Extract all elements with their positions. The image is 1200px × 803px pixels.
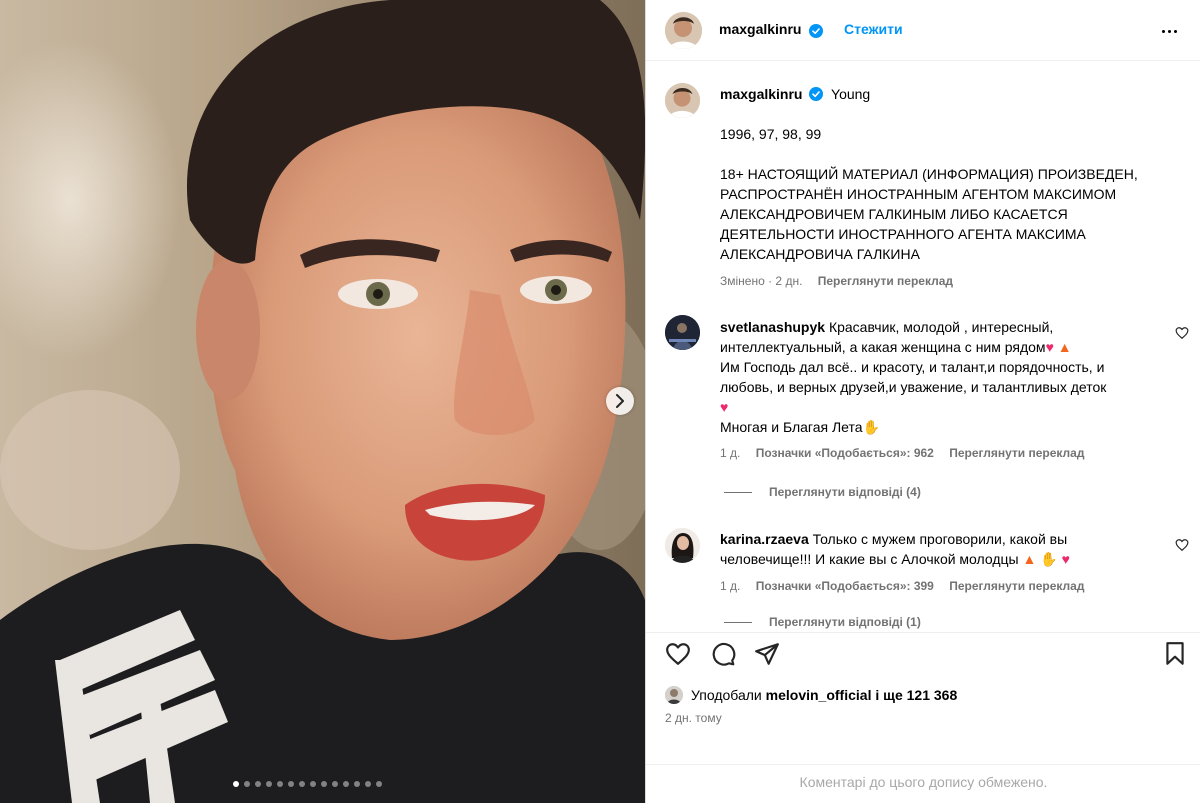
post-panel: maxgalkinru Стежити maxgalkinru Young 19…: [645, 0, 1200, 803]
comment-username[interactable]: karina.rzaeva: [720, 531, 809, 547]
post-view: maxgalkinru Стежити maxgalkinru Young 19…: [0, 0, 1200, 803]
share-icon[interactable]: [754, 641, 780, 667]
comment-icon[interactable]: [710, 641, 736, 667]
likes-prefix: Уподобали: [691, 687, 762, 703]
more-options-button[interactable]: [1162, 22, 1186, 40]
carousel-next-button[interactable]: [606, 387, 634, 415]
comment-meta: 1 д. Позначки «Подобається»: 962 Перегля…: [720, 446, 1084, 460]
carousel-dot: [233, 781, 239, 787]
comment-username[interactable]: svetlanashupyk: [720, 319, 825, 335]
carousel-dot: [310, 781, 316, 787]
view-replies-label: Переглянути відповіді (1): [769, 615, 921, 629]
heart-icon[interactable]: [665, 641, 691, 667]
carousel-dot: [354, 781, 360, 787]
pray-emoji: ✋: [862, 419, 880, 435]
next-arrow-icon: [616, 394, 624, 408]
author-username[interactable]: maxgalkinru: [719, 21, 801, 37]
caption-text-first: Young: [831, 86, 871, 102]
carousel-dot: [365, 781, 371, 787]
caption-translate-link[interactable]: Переглянути переклад: [818, 274, 953, 288]
heart-icon[interactable]: [1175, 538, 1189, 552]
verified-icon: [809, 87, 824, 101]
carousel-dot: [332, 781, 338, 787]
view-replies-button[interactable]: Переглянути відповіді (4): [724, 485, 921, 499]
comment-time[interactable]: 1 д.: [720, 579, 740, 593]
heart-emoji: ♥: [1061, 551, 1070, 567]
caption-years: 1996, 97, 98, 99: [720, 126, 822, 142]
carousel-dot: [255, 781, 261, 787]
comment-meta: 1 д. Позначки «Подобається»: 399 Перегля…: [720, 579, 1084, 593]
caption-meta: Змінено · 2 дн. Переглянути переклад: [720, 274, 953, 288]
comment-body: svetlanashupyk Красавчик, молодой , инте…: [720, 317, 1140, 437]
carousel-dot: [244, 781, 250, 787]
likes-count[interactable]: і ще 121 368: [875, 687, 957, 703]
carousel-dot: [321, 781, 327, 787]
fire-emoji: ▲: [1057, 339, 1072, 355]
post-media[interactable]: [0, 0, 645, 803]
carousel-dot: [266, 781, 272, 787]
comment-avatar[interactable]: [665, 528, 700, 563]
heart-icon[interactable]: [1175, 326, 1189, 340]
comment-likes[interactable]: Позначки «Подобається»: 962: [756, 446, 934, 460]
comments-scroll-area[interactable]: maxgalkinru Young 1996, 97, 98, 99 18+ Н…: [646, 62, 1200, 632]
comment-translate-link[interactable]: Переглянути переклад: [949, 446, 1084, 460]
heart-emoji: ♥: [720, 399, 729, 415]
carousel-dot: [288, 781, 294, 787]
post-photo: [0, 0, 645, 803]
likes-summary: Уподобали melovin_official і ще 121 368: [665, 686, 957, 704]
comment-avatar[interactable]: [665, 315, 700, 350]
heart-emoji: ♥: [1045, 339, 1054, 355]
liker-avatar[interactable]: [665, 686, 683, 704]
raised-hands-emoji: ✋: [1040, 551, 1058, 567]
comment-text: Многая и Благая Лета: [720, 419, 863, 435]
fire-emoji: ▲: [1022, 551, 1037, 567]
more-icon: [1162, 29, 1165, 33]
bookmark-icon[interactable]: [1162, 641, 1188, 667]
caption-avatar[interactable]: [665, 83, 700, 118]
comment-body: karina.rzaeva Только с мужем проговорили…: [720, 529, 1140, 569]
comment-text: Им Господь дал всё.. и красоту, и талант…: [720, 359, 1107, 395]
post-header: maxgalkinru Стежити: [646, 0, 1200, 61]
caption-username[interactable]: maxgalkinru: [720, 86, 802, 102]
comment-translate-link[interactable]: Переглянути переклад: [949, 579, 1084, 593]
comment-time[interactable]: 1 д.: [720, 446, 740, 460]
comments-limited-text: Коментарі до цього допису обмежено.: [799, 774, 1048, 790]
caption-notice: 18+ НАСТОЯЩИЙ МАТЕРИАЛ (ИНФОРМАЦИЯ) ПРОИ…: [720, 166, 1138, 262]
author-avatar[interactable]: [665, 12, 702, 49]
view-replies-button[interactable]: Переглянути відповіді (1): [724, 615, 921, 629]
comment-likes[interactable]: Позначки «Подобається»: 399: [756, 579, 934, 593]
follow-button[interactable]: Стежити: [844, 21, 903, 37]
post-date[interactable]: 2 дн. тому: [665, 711, 722, 725]
carousel-dot: [299, 781, 305, 787]
comments-limited-notice: Коментарі до цього допису обмежено.: [646, 764, 1200, 790]
carousel-dot: [277, 781, 283, 787]
caption-first-line: maxgalkinru Young: [720, 86, 870, 102]
verified-icon: [809, 23, 823, 39]
view-replies-label: Переглянути відповіді (4): [769, 485, 921, 499]
carousel-dots: [233, 781, 382, 787]
liker-username[interactable]: melovin_official: [766, 687, 872, 703]
post-actions: Уподобали melovin_official і ще 121 368 …: [646, 632, 1200, 802]
caption-edited: Змінено · 2 дн.: [720, 274, 803, 288]
carousel-dot: [343, 781, 349, 787]
carousel-dot: [376, 781, 382, 787]
